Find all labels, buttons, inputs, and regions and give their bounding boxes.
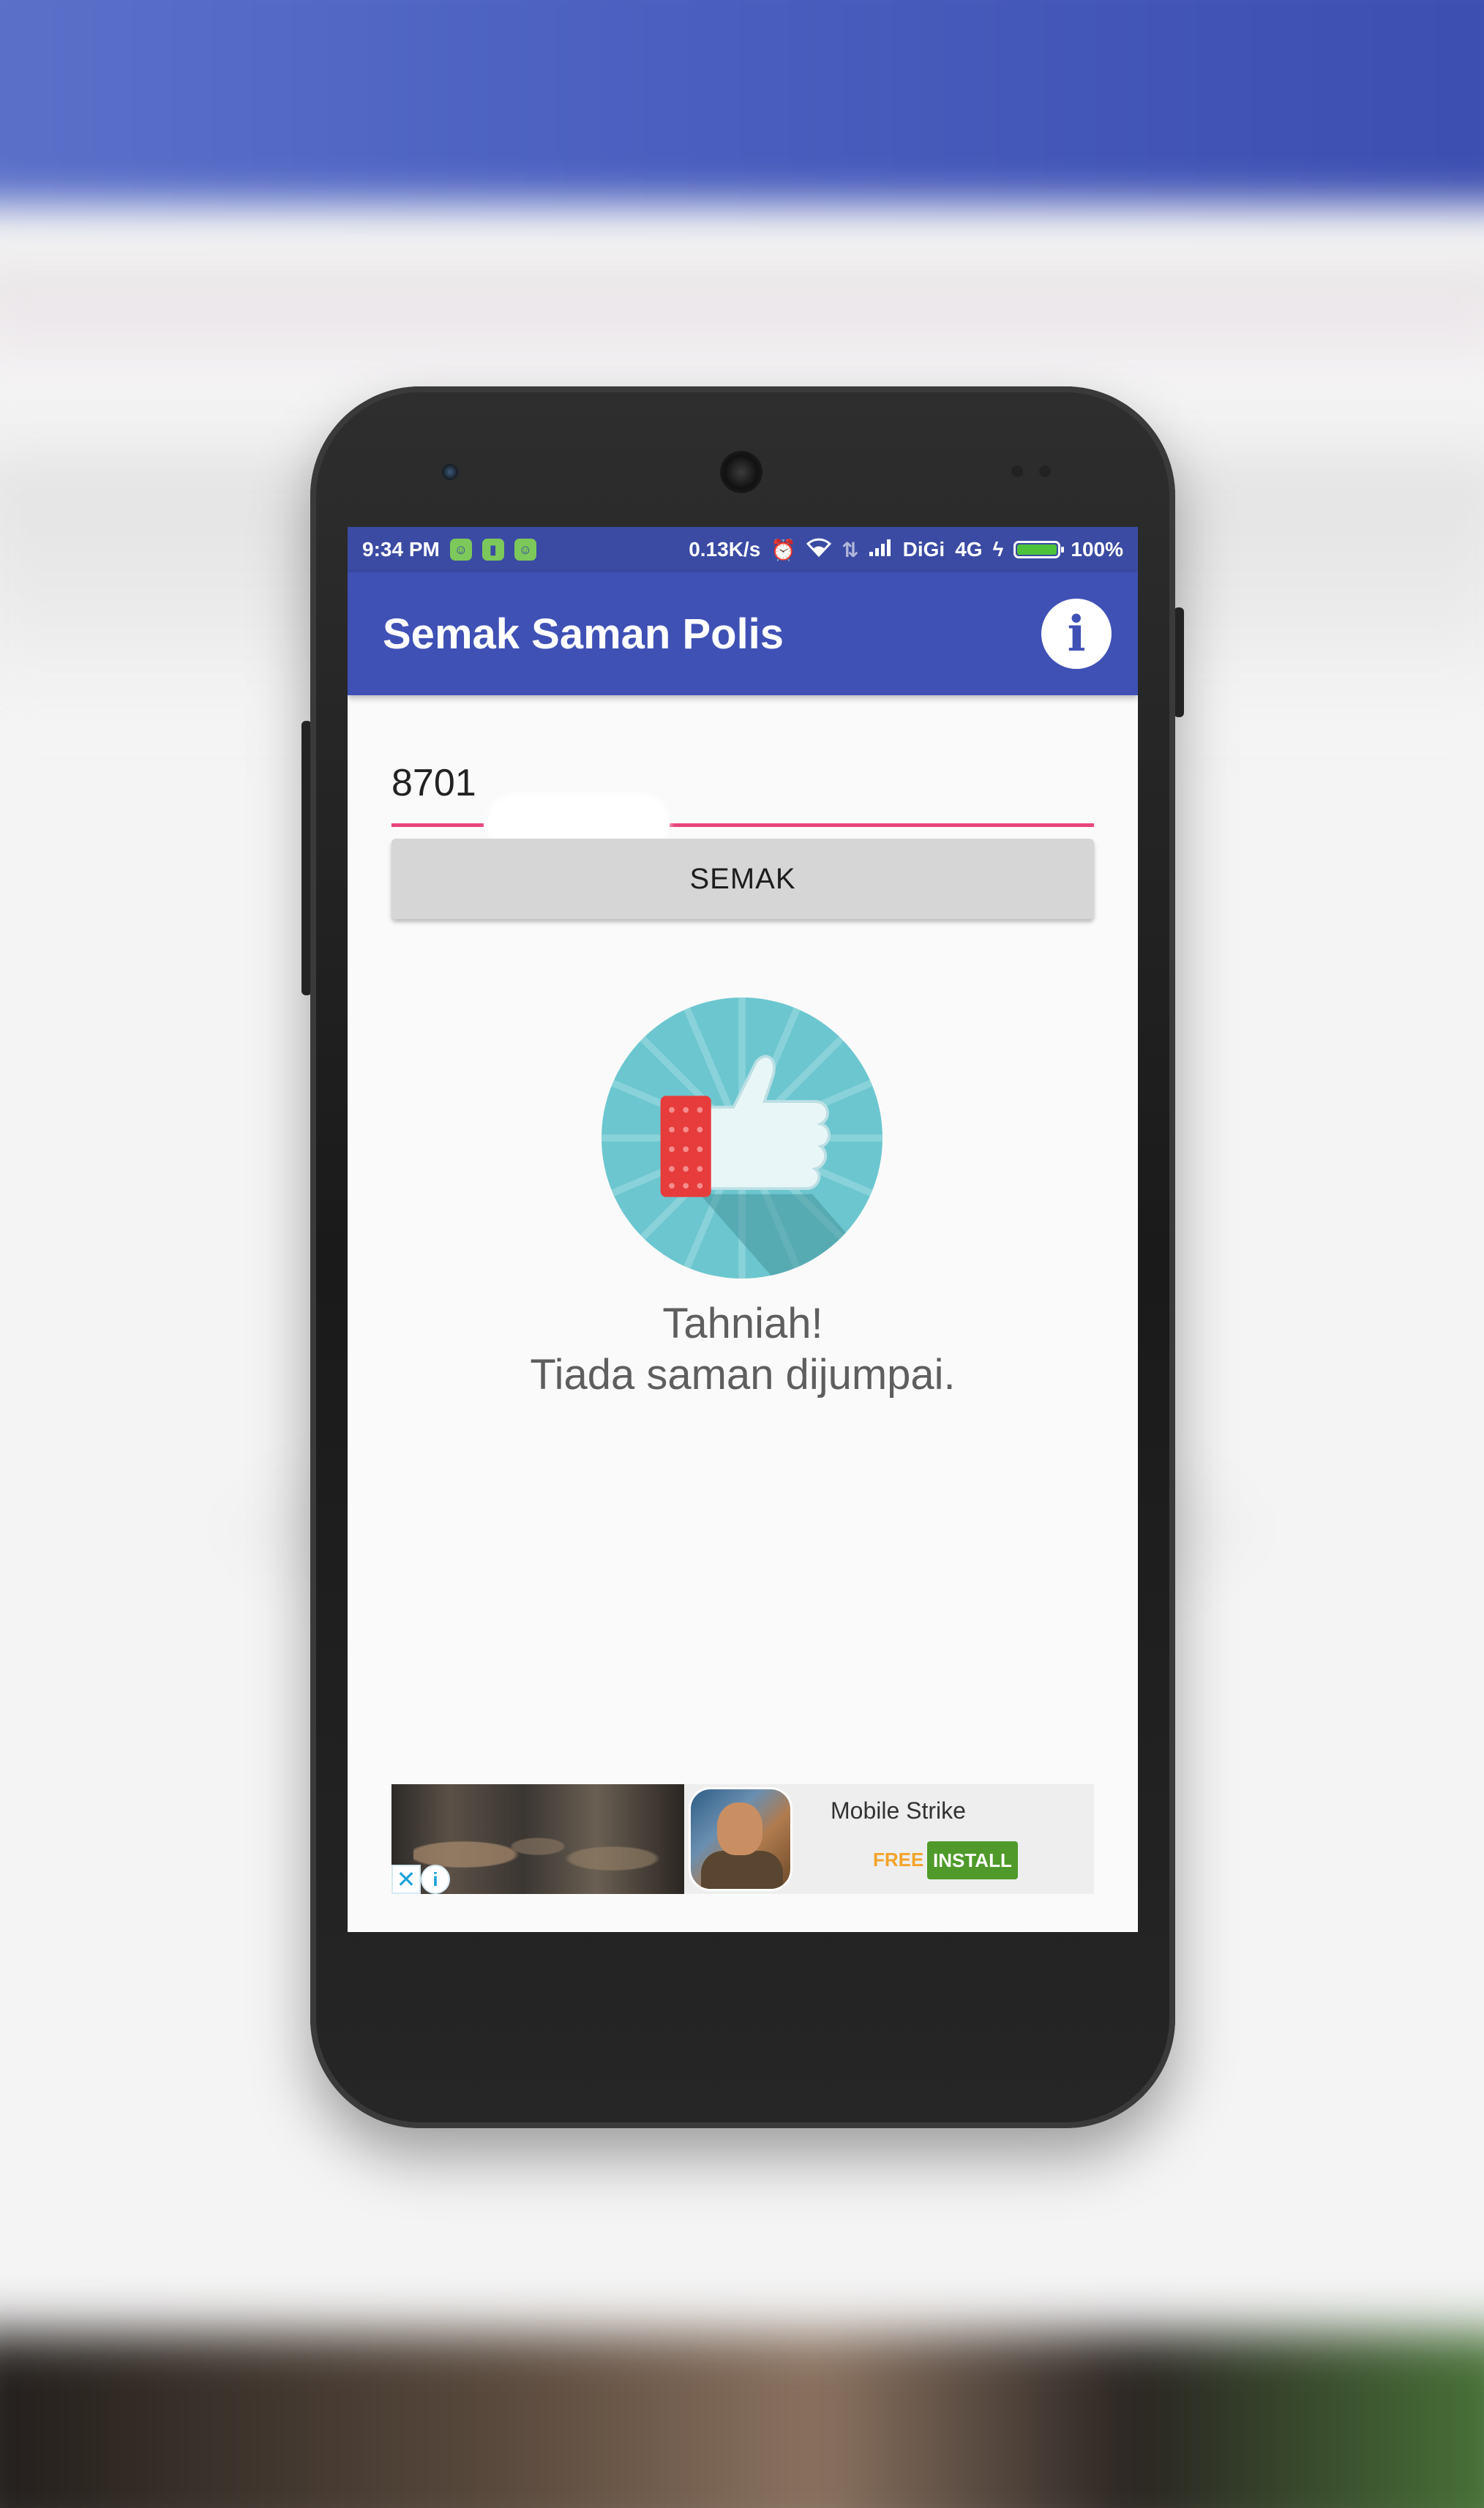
ad-banner[interactable]: Mobile Strike FREE INSTALL ✕ i bbox=[391, 1784, 1094, 1894]
data-arrows-icon: ⇅ bbox=[842, 538, 859, 561]
wifi-icon bbox=[806, 538, 832, 562]
app-bar: Semak Saman Polis i bbox=[348, 572, 1138, 695]
input-underline bbox=[670, 823, 1094, 827]
app-notification-icon: ☺ bbox=[449, 539, 472, 561]
light-sensor-icon bbox=[1039, 465, 1051, 477]
status-bar: 9:34 PM ☺ ▮ ☺ 0.13K/s ⏰ ⇅ DiGi 4G ϟ 100% bbox=[348, 527, 1138, 572]
network-type: 4G bbox=[955, 538, 983, 561]
ad-price: FREE bbox=[873, 1849, 924, 1871]
proximity-sensor-icon bbox=[1011, 465, 1023, 477]
charging-icon: ϟ bbox=[992, 538, 1004, 561]
battery-icon bbox=[1013, 541, 1065, 558]
status-time: 9:34 PM bbox=[362, 538, 440, 561]
signal-icon bbox=[869, 538, 893, 561]
plate-input-container bbox=[391, 746, 1094, 852]
ad-title: Mobile Strike bbox=[831, 1797, 966, 1824]
ad-app-icon[interactable] bbox=[689, 1787, 792, 1891]
battery-notification-icon: ▮ bbox=[481, 539, 504, 561]
background-blur-band bbox=[0, 263, 1484, 395]
earpiece-speaker-icon bbox=[720, 451, 762, 493]
app-title: Semak Saman Polis bbox=[383, 610, 784, 658]
background-blur-top bbox=[0, 0, 1484, 205]
info-icon[interactable]: i bbox=[1041, 599, 1112, 669]
phone-power-button bbox=[1174, 607, 1184, 717]
result-heading: Tahniah! bbox=[662, 1300, 823, 1347]
ad-info-icon[interactable]: i bbox=[421, 1865, 450, 1894]
ad-close-icon[interactable]: ✕ bbox=[391, 1865, 421, 1894]
battery-fill bbox=[1017, 544, 1057, 555]
battery-level: 100% bbox=[1071, 538, 1123, 561]
front-camera-icon bbox=[442, 464, 458, 480]
phone-screen: 9:34 PM ☺ ▮ ☺ 0.13K/s ⏰ ⇅ DiGi 4G ϟ 100%… bbox=[348, 527, 1138, 1932]
input-underline bbox=[391, 823, 484, 827]
app-notification-icon: ☺ bbox=[514, 539, 536, 561]
network-speed: 0.13K/s bbox=[689, 538, 761, 561]
ad-install-button[interactable]: INSTALL bbox=[927, 1841, 1018, 1879]
alarm-icon: ⏰ bbox=[771, 538, 797, 561]
result-message: Tiada saman dijumpai. bbox=[530, 1351, 956, 1399]
ad-choices: ✕ i bbox=[391, 1865, 450, 1894]
thumbs-up-icon bbox=[602, 997, 882, 1279]
semak-button[interactable]: SEMAK bbox=[391, 839, 1094, 919]
background-blur-bottom bbox=[0, 2332, 1484, 2508]
carrier-name: DiGi bbox=[902, 538, 945, 561]
